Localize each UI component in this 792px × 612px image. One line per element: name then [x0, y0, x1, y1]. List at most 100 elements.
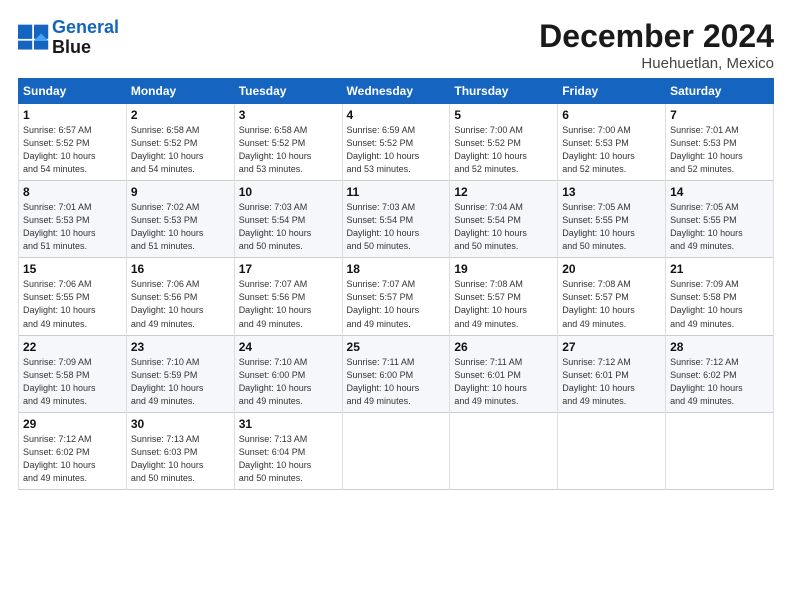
calendar-week-5: 29 Sunrise: 7:12 AM Sunset: 6:02 PM Dayl… [19, 412, 774, 489]
day-cell-23: 23 Sunrise: 7:10 AM Sunset: 5:59 PM Dayl… [126, 335, 234, 412]
day-number-29: 29 [23, 417, 122, 431]
day-number-11: 11 [347, 185, 446, 199]
calendar-week-3: 15 Sunrise: 7:06 AM Sunset: 5:55 PM Dayl… [19, 258, 774, 335]
day-number-30: 30 [131, 417, 230, 431]
day-number-20: 20 [562, 262, 661, 276]
header-wednesday: Wednesday [342, 79, 450, 104]
day-number-1: 1 [23, 108, 122, 122]
day-info-22: Sunrise: 7:09 AM Sunset: 5:58 PM Dayligh… [23, 356, 122, 408]
day-cell-10: 10 Sunrise: 7:03 AM Sunset: 5:54 PM Dayl… [234, 181, 342, 258]
day-number-10: 10 [239, 185, 338, 199]
header: General Blue December 2024 Huehuetlan, M… [18, 18, 774, 72]
calendar-table: Sunday Monday Tuesday Wednesday Thursday… [18, 78, 774, 490]
day-info-21: Sunrise: 7:09 AM Sunset: 5:58 PM Dayligh… [670, 278, 769, 330]
day-info-8: Sunrise: 7:01 AM Sunset: 5:53 PM Dayligh… [23, 201, 122, 253]
day-number-21: 21 [670, 262, 769, 276]
header-tuesday: Tuesday [234, 79, 342, 104]
day-cell-6: 6 Sunrise: 7:00 AM Sunset: 5:53 PM Dayli… [558, 104, 666, 181]
day-number-28: 28 [670, 340, 769, 354]
day-cell-20: 20 Sunrise: 7:08 AM Sunset: 5:57 PM Dayl… [558, 258, 666, 335]
day-number-3: 3 [239, 108, 338, 122]
title-block: December 2024 Huehuetlan, Mexico [539, 18, 774, 72]
logo-text: General Blue [52, 18, 119, 58]
day-cell-19: 19 Sunrise: 7:08 AM Sunset: 5:57 PM Dayl… [450, 258, 558, 335]
day-number-6: 6 [562, 108, 661, 122]
day-cell-15: 15 Sunrise: 7:06 AM Sunset: 5:55 PM Dayl… [19, 258, 127, 335]
day-cell-12: 12 Sunrise: 7:04 AM Sunset: 5:54 PM Dayl… [450, 181, 558, 258]
empty-cell [342, 412, 450, 489]
day-info-23: Sunrise: 7:10 AM Sunset: 5:59 PM Dayligh… [131, 356, 230, 408]
day-number-13: 13 [562, 185, 661, 199]
header-saturday: Saturday [666, 79, 774, 104]
day-cell-11: 11 Sunrise: 7:03 AM Sunset: 5:54 PM Dayl… [342, 181, 450, 258]
calendar-title: December 2024 [539, 18, 774, 55]
day-number-5: 5 [454, 108, 553, 122]
day-cell-5: 5 Sunrise: 7:00 AM Sunset: 5:52 PM Dayli… [450, 104, 558, 181]
day-cell-9: 9 Sunrise: 7:02 AM Sunset: 5:53 PM Dayli… [126, 181, 234, 258]
day-cell-25: 25 Sunrise: 7:11 AM Sunset: 6:00 PM Dayl… [342, 335, 450, 412]
day-number-16: 16 [131, 262, 230, 276]
day-info-26: Sunrise: 7:11 AM Sunset: 6:01 PM Dayligh… [454, 356, 553, 408]
day-info-4: Sunrise: 6:59 AM Sunset: 5:52 PM Dayligh… [347, 124, 446, 176]
day-number-15: 15 [23, 262, 122, 276]
day-info-7: Sunrise: 7:01 AM Sunset: 5:53 PM Dayligh… [670, 124, 769, 176]
day-number-24: 24 [239, 340, 338, 354]
day-info-12: Sunrise: 7:04 AM Sunset: 5:54 PM Dayligh… [454, 201, 553, 253]
day-info-20: Sunrise: 7:08 AM Sunset: 5:57 PM Dayligh… [562, 278, 661, 330]
day-info-16: Sunrise: 7:06 AM Sunset: 5:56 PM Dayligh… [131, 278, 230, 330]
calendar-week-1: 1 Sunrise: 6:57 AM Sunset: 5:52 PM Dayli… [19, 104, 774, 181]
weekday-header-row: Sunday Monday Tuesday Wednesday Thursday… [19, 79, 774, 104]
day-number-12: 12 [454, 185, 553, 199]
logo: General Blue [18, 18, 119, 58]
day-info-25: Sunrise: 7:11 AM Sunset: 6:00 PM Dayligh… [347, 356, 446, 408]
day-cell-14: 14 Sunrise: 7:05 AM Sunset: 5:55 PM Dayl… [666, 181, 774, 258]
day-info-31: Sunrise: 7:13 AM Sunset: 6:04 PM Dayligh… [239, 433, 338, 485]
day-cell-7: 7 Sunrise: 7:01 AM Sunset: 5:53 PM Dayli… [666, 104, 774, 181]
header-monday: Monday [126, 79, 234, 104]
day-cell-21: 21 Sunrise: 7:09 AM Sunset: 5:58 PM Dayl… [666, 258, 774, 335]
day-info-15: Sunrise: 7:06 AM Sunset: 5:55 PM Dayligh… [23, 278, 122, 330]
day-cell-16: 16 Sunrise: 7:06 AM Sunset: 5:56 PM Dayl… [126, 258, 234, 335]
day-number-14: 14 [670, 185, 769, 199]
day-cell-29: 29 Sunrise: 7:12 AM Sunset: 6:02 PM Dayl… [19, 412, 127, 489]
day-number-8: 8 [23, 185, 122, 199]
day-number-25: 25 [347, 340, 446, 354]
day-cell-26: 26 Sunrise: 7:11 AM Sunset: 6:01 PM Dayl… [450, 335, 558, 412]
day-cell-2: 2 Sunrise: 6:58 AM Sunset: 5:52 PM Dayli… [126, 104, 234, 181]
day-number-31: 31 [239, 417, 338, 431]
day-info-5: Sunrise: 7:00 AM Sunset: 5:52 PM Dayligh… [454, 124, 553, 176]
calendar-subtitle: Huehuetlan, Mexico [539, 55, 774, 72]
day-info-24: Sunrise: 7:10 AM Sunset: 6:00 PM Dayligh… [239, 356, 338, 408]
header-friday: Friday [558, 79, 666, 104]
day-cell-18: 18 Sunrise: 7:07 AM Sunset: 5:57 PM Dayl… [342, 258, 450, 335]
day-cell-31: 31 Sunrise: 7:13 AM Sunset: 6:04 PM Dayl… [234, 412, 342, 489]
page-container: General Blue December 2024 Huehuetlan, M… [0, 0, 792, 500]
day-info-18: Sunrise: 7:07 AM Sunset: 5:57 PM Dayligh… [347, 278, 446, 330]
calendar-week-2: 8 Sunrise: 7:01 AM Sunset: 5:53 PM Dayli… [19, 181, 774, 258]
day-number-26: 26 [454, 340, 553, 354]
day-info-11: Sunrise: 7:03 AM Sunset: 5:54 PM Dayligh… [347, 201, 446, 253]
day-cell-8: 8 Sunrise: 7:01 AM Sunset: 5:53 PM Dayli… [19, 181, 127, 258]
day-cell-30: 30 Sunrise: 7:13 AM Sunset: 6:03 PM Dayl… [126, 412, 234, 489]
header-thursday: Thursday [450, 79, 558, 104]
day-info-10: Sunrise: 7:03 AM Sunset: 5:54 PM Dayligh… [239, 201, 338, 253]
day-cell-3: 3 Sunrise: 6:58 AM Sunset: 5:52 PM Dayli… [234, 104, 342, 181]
day-cell-13: 13 Sunrise: 7:05 AM Sunset: 5:55 PM Dayl… [558, 181, 666, 258]
day-number-2: 2 [131, 108, 230, 122]
header-sunday: Sunday [19, 79, 127, 104]
day-cell-22: 22 Sunrise: 7:09 AM Sunset: 5:58 PM Dayl… [19, 335, 127, 412]
day-info-9: Sunrise: 7:02 AM Sunset: 5:53 PM Dayligh… [131, 201, 230, 253]
day-info-27: Sunrise: 7:12 AM Sunset: 6:01 PM Dayligh… [562, 356, 661, 408]
day-number-7: 7 [670, 108, 769, 122]
day-cell-17: 17 Sunrise: 7:07 AM Sunset: 5:56 PM Dayl… [234, 258, 342, 335]
day-number-22: 22 [23, 340, 122, 354]
day-number-17: 17 [239, 262, 338, 276]
day-info-1: Sunrise: 6:57 AM Sunset: 5:52 PM Dayligh… [23, 124, 122, 176]
day-number-23: 23 [131, 340, 230, 354]
day-info-3: Sunrise: 6:58 AM Sunset: 5:52 PM Dayligh… [239, 124, 338, 176]
empty-cell [558, 412, 666, 489]
day-cell-24: 24 Sunrise: 7:10 AM Sunset: 6:00 PM Dayl… [234, 335, 342, 412]
empty-cell [450, 412, 558, 489]
day-info-13: Sunrise: 7:05 AM Sunset: 5:55 PM Dayligh… [562, 201, 661, 253]
day-number-4: 4 [347, 108, 446, 122]
